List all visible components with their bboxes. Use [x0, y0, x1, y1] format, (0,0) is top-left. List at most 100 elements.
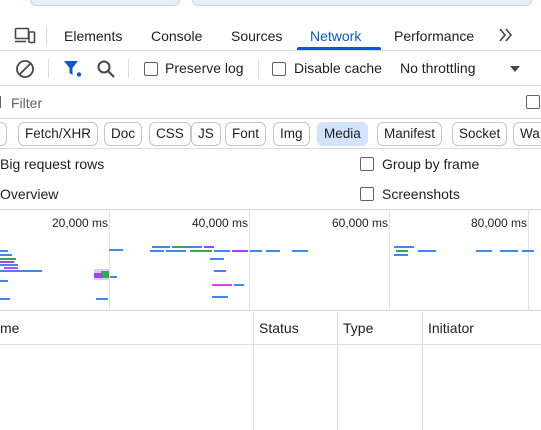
request-bar — [186, 246, 202, 248]
filter-input[interactable]: Filter — [11, 95, 42, 111]
request-bar — [0, 298, 10, 300]
request-bar — [250, 250, 262, 252]
chip-socket[interactable]: Socket — [452, 122, 508, 146]
request-bar — [232, 250, 248, 252]
media-block — [101, 271, 109, 278]
request-bar — [500, 250, 518, 252]
gridline — [528, 210, 529, 310]
tab-elements[interactable]: Elements — [64, 22, 122, 50]
chip-wasm[interactable]: Wa — [513, 122, 541, 146]
gridline — [249, 210, 250, 310]
request-bar — [0, 254, 12, 256]
column-type[interactable]: Type — [343, 320, 373, 336]
big-request-rows-label[interactable]: Big request rows — [0, 156, 104, 172]
gridline — [109, 210, 110, 310]
request-bar — [109, 249, 123, 251]
column-divider[interactable] — [253, 312, 254, 430]
column-status[interactable]: Status — [259, 320, 299, 336]
request-bar — [292, 250, 308, 252]
request-bar — [172, 246, 186, 248]
request-bar — [214, 270, 226, 272]
request-bar — [476, 250, 492, 252]
tab-performance[interactable]: Performance — [394, 22, 474, 50]
gridline — [389, 210, 390, 310]
tick-label: 80,000 ms — [471, 216, 528, 230]
separator — [48, 59, 49, 78]
request-bar — [418, 250, 436, 252]
screenshots-label: Screenshots — [382, 186, 460, 202]
request-bar — [204, 246, 214, 248]
clear-circle-icon[interactable] — [15, 59, 35, 79]
resource-type-filters: Fetch/XHR Doc CSS JS Font Img Media Mani… — [0, 119, 541, 149]
request-bar — [0, 250, 8, 252]
chip-manifest[interactable]: Manifest — [377, 122, 443, 146]
request-bar — [4, 267, 18, 269]
request-bar — [394, 254, 408, 256]
settings-row-2: Overview Screenshots — [0, 179, 541, 209]
chevron-double-right-icon[interactable] — [497, 27, 515, 43]
request-bar — [234, 284, 244, 286]
request-bar — [0, 264, 18, 266]
active-tab-indicator — [297, 47, 381, 50]
throttling-select[interactable]: No throttling — [400, 60, 475, 76]
requests-table-header: me Status Type Initiator — [0, 312, 541, 345]
separator — [258, 59, 259, 78]
request-bar — [394, 246, 414, 248]
chip-doc[interactable]: Doc — [104, 122, 143, 146]
chip-all-fragment[interactable] — [0, 122, 7, 146]
overview-label[interactable]: Overview — [0, 186, 58, 202]
preserve-log-label: Preserve log — [165, 60, 244, 76]
disable-cache-label: Disable cache — [294, 60, 382, 76]
network-toolbar: Preserve log Disable cache No throttling — [0, 51, 541, 86]
request-bar — [214, 250, 230, 252]
preserve-log-checkbox[interactable] — [144, 62, 158, 76]
settings-row-1: Big request rows Group by frame — [0, 149, 541, 179]
filter-funnel-icon[interactable] — [63, 60, 83, 78]
tab-sources[interactable]: Sources — [231, 22, 282, 50]
request-bar — [396, 250, 408, 252]
tick-label: 60,000 ms — [332, 216, 389, 230]
group-by-frame-checkbox[interactable] — [360, 157, 374, 171]
tick-label: 40,000 ms — [192, 216, 249, 230]
tab-network[interactable]: Network — [310, 22, 361, 50]
address-bar-fragment — [30, 0, 180, 6]
separator — [128, 59, 129, 78]
screenshots-checkbox[interactable] — [360, 187, 374, 201]
request-bar — [0, 270, 42, 272]
caret-down-icon[interactable] — [509, 65, 521, 73]
chip-img[interactable]: Img — [273, 122, 310, 146]
invert-checkbox[interactable] — [526, 95, 540, 109]
column-divider[interactable] — [422, 312, 423, 430]
request-bar — [110, 276, 117, 278]
chip-css[interactable]: CSS — [149, 122, 191, 146]
chip-media[interactable]: Media — [317, 122, 368, 146]
address-bar-fragment — [192, 0, 532, 6]
request-bar — [212, 284, 232, 286]
request-bar — [150, 250, 164, 252]
request-bar — [210, 258, 224, 260]
network-overview[interactable]: 20,000 ms 40,000 ms 60,000 ms 80,000 ms — [0, 209, 541, 311]
media-block — [94, 273, 102, 278]
tick-label: 20,000 ms — [52, 216, 109, 230]
device-toolbar-icon[interactable] — [14, 27, 36, 45]
devtools-tab-bar: Elements Console Sources Network Perform… — [0, 22, 541, 51]
column-initiator[interactable]: Initiator — [428, 320, 474, 336]
column-name[interactable]: me — [0, 320, 19, 336]
filter-icon-fragment — [0, 96, 4, 108]
tab-console[interactable]: Console — [151, 22, 202, 50]
separator — [46, 27, 47, 45]
disable-cache-checkbox[interactable] — [272, 62, 286, 76]
request-bar — [212, 296, 228, 298]
chip-font[interactable]: Font — [225, 122, 267, 146]
request-bar — [266, 250, 280, 252]
request-bar — [0, 261, 14, 263]
search-icon[interactable] — [96, 59, 116, 79]
filter-bar: Filter — [0, 86, 541, 119]
column-divider[interactable] — [337, 312, 338, 430]
group-by-frame-label: Group by frame — [382, 156, 480, 172]
request-bar — [96, 298, 108, 300]
request-bar — [190, 250, 212, 252]
chip-js[interactable]: JS — [191, 122, 221, 146]
request-bar — [166, 250, 186, 252]
chip-fetch-xhr[interactable]: Fetch/XHR — [18, 122, 99, 146]
